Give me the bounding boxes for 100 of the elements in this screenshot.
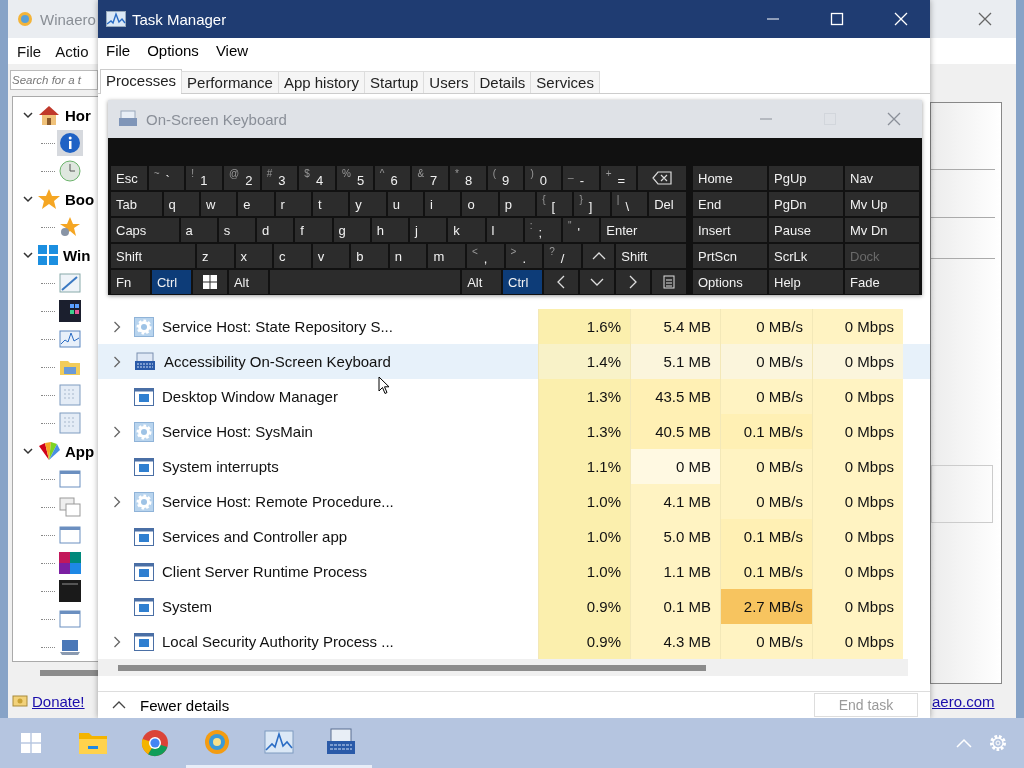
key[interactable]: & 7 bbox=[412, 166, 449, 190]
key[interactable]: + = bbox=[600, 166, 637, 190]
process-row[interactable]: Service Host: State Repository S... 1.6% 5.4 MB 0 MB/s 0 Mbps bbox=[98, 309, 930, 344]
key[interactable]: t bbox=[312, 192, 349, 216]
close-icon[interactable] bbox=[978, 12, 992, 26]
key[interactable]: * 8 bbox=[450, 166, 486, 190]
key[interactable]: Shift bbox=[111, 244, 195, 268]
key[interactable]: Del bbox=[649, 192, 687, 216]
key[interactable]: q bbox=[163, 192, 199, 216]
key[interactable]: Alt bbox=[462, 270, 502, 294]
tree-item-icon[interactable] bbox=[57, 578, 83, 604]
caret-up-icon[interactable] bbox=[112, 700, 126, 710]
menu-item[interactable]: File bbox=[17, 42, 42, 60]
maximize-icon[interactable] bbox=[830, 12, 844, 26]
key[interactable]: f bbox=[295, 218, 332, 242]
key[interactable]: $ 4 bbox=[299, 166, 336, 190]
key[interactable]: ( 9 bbox=[487, 166, 524, 190]
key[interactable]: z bbox=[196, 244, 234, 268]
key[interactable]: h bbox=[371, 218, 408, 242]
tab[interactable]: Users bbox=[423, 71, 475, 93]
key[interactable]: Ctrl bbox=[152, 270, 191, 294]
tree-item[interactable]: Hor bbox=[65, 106, 91, 124]
key[interactable]: i bbox=[425, 192, 461, 216]
website-link[interactable]: aero.com bbox=[932, 692, 995, 710]
key[interactable]: PgDn bbox=[769, 192, 843, 216]
key[interactable]: Esc bbox=[111, 166, 147, 190]
tab[interactable]: Details bbox=[473, 71, 532, 93]
key[interactable]: < , bbox=[467, 244, 504, 268]
key[interactable]: Options bbox=[693, 270, 767, 294]
menu-item[interactable]: File bbox=[106, 42, 131, 59]
tree-item[interactable]: App bbox=[65, 442, 95, 460]
chevron-icon[interactable] bbox=[23, 110, 33, 120]
process-row[interactable]: Services and Controller app 1.0% 5.0 MB 0.1 MB/s 0 Mbps bbox=[98, 519, 930, 554]
key[interactable]: e bbox=[238, 192, 274, 216]
chevron-icon[interactable] bbox=[23, 194, 33, 204]
key[interactable]: ^ 6 bbox=[374, 166, 411, 190]
key[interactable]: : ; bbox=[524, 218, 561, 242]
key[interactable]: @ 2 bbox=[224, 166, 260, 190]
key[interactable]: End bbox=[693, 192, 767, 216]
key[interactable]: ? / bbox=[544, 244, 581, 268]
chevron-icon[interactable] bbox=[23, 250, 33, 260]
key[interactable]: s bbox=[218, 218, 255, 242]
key[interactable]: " ' bbox=[563, 218, 600, 242]
key[interactable]: u bbox=[387, 192, 424, 216]
process-row[interactable]: System interrupts 1.1% 0 MB 0 MB/s 0 Mbps bbox=[98, 449, 930, 484]
key[interactable]: o bbox=[462, 192, 498, 216]
chevron-icon[interactable] bbox=[23, 446, 33, 456]
tab[interactable]: App history bbox=[277, 71, 365, 93]
scrollbar-thumb[interactable] bbox=[118, 664, 706, 671]
key[interactable]: m bbox=[428, 244, 465, 268]
expand-icon[interactable] bbox=[113, 635, 121, 648]
process-row[interactable]: Service Host: SysMain 1.3% 40.5 MB 0.1 MB/s 0 Mbps bbox=[98, 414, 930, 449]
key[interactable]: Fn bbox=[111, 270, 150, 294]
key[interactable]: PgUp bbox=[769, 166, 843, 190]
tab[interactable]: Services bbox=[530, 71, 600, 93]
key[interactable]: > . bbox=[505, 244, 543, 268]
key[interactable]: PrtScn bbox=[693, 244, 767, 268]
key[interactable]: Ctrl bbox=[503, 270, 543, 294]
key[interactable]: j bbox=[410, 218, 447, 242]
key[interactable]: ) 0 bbox=[525, 166, 562, 190]
expand-icon[interactable] bbox=[113, 320, 121, 333]
tree-item-icon[interactable] bbox=[57, 298, 83, 324]
menu-item[interactable]: Actio bbox=[55, 42, 89, 60]
key[interactable] bbox=[638, 166, 686, 190]
expand-icon[interactable] bbox=[113, 495, 121, 508]
donate-link[interactable]: Donate! bbox=[32, 692, 85, 710]
key[interactable] bbox=[192, 270, 227, 294]
menu-item[interactable]: Options bbox=[147, 42, 199, 59]
scrollbar-thumb[interactable] bbox=[40, 670, 98, 676]
key[interactable]: ~ ` bbox=[148, 166, 185, 190]
key[interactable]: Help bbox=[769, 270, 843, 294]
tree-item-icon[interactable] bbox=[57, 550, 83, 576]
expand-icon[interactable] bbox=[113, 425, 121, 438]
key[interactable]: Home bbox=[693, 166, 767, 190]
process-row[interactable]: Client Server Runtime Process 1.0% 1.1 MB 0.1 MB/s 0 Mbps bbox=[98, 554, 930, 589]
key[interactable]: | \ bbox=[611, 192, 648, 216]
key[interactable]: l bbox=[486, 218, 523, 242]
key[interactable]: y bbox=[350, 192, 386, 216]
key[interactable]: Nav bbox=[845, 166, 919, 190]
key[interactable]: k bbox=[448, 218, 485, 242]
tab[interactable]: Startup bbox=[363, 71, 425, 93]
key[interactable]: } ] bbox=[574, 192, 610, 216]
key[interactable]: a bbox=[180, 218, 217, 242]
key[interactable]: ScrLk bbox=[769, 244, 843, 268]
key[interactable]: Alt bbox=[228, 270, 268, 294]
key[interactable]: c bbox=[274, 244, 311, 268]
key[interactable]: d bbox=[257, 218, 294, 242]
fewer-details-link[interactable]: Fewer details bbox=[140, 696, 230, 714]
key[interactable]: v bbox=[312, 244, 350, 268]
key[interactable]: Mv Up bbox=[845, 192, 919, 216]
process-row[interactable]: Service Host: Remote Procedure... 1.0% 4.1 MB 0 MB/s 0 Mbps bbox=[98, 484, 930, 519]
expand-icon[interactable] bbox=[113, 355, 121, 368]
key[interactable]: n bbox=[389, 244, 427, 268]
process-row[interactable]: Desktop Window Manager 1.3% 43.5 MB 0 MB/s 0 Mbps bbox=[98, 379, 930, 414]
key[interactable]: Tab bbox=[111, 192, 162, 216]
key[interactable]: w bbox=[200, 192, 237, 216]
key[interactable]: Insert bbox=[693, 218, 767, 242]
menu-item[interactable]: View bbox=[215, 42, 249, 59]
key[interactable]: Pause bbox=[769, 218, 843, 242]
key[interactable]: Enter bbox=[601, 218, 686, 242]
